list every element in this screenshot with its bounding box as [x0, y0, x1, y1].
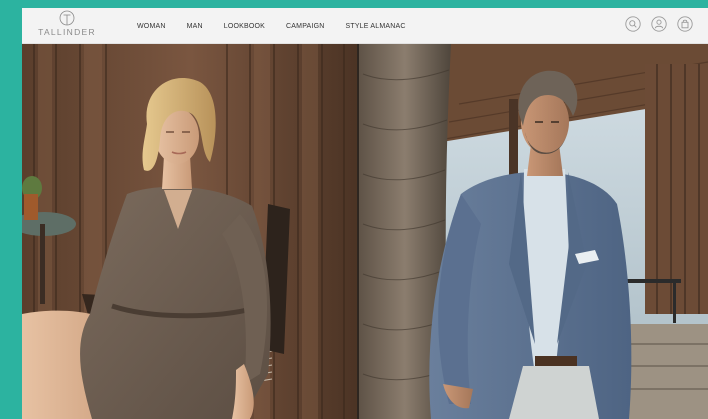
nav-item-woman[interactable]: WOMAN: [137, 23, 166, 30]
site-header: TALLINDER WOMAN MAN LOOKBOOK CAMPAIGN ST…: [22, 8, 708, 44]
brand-name: TALLINDER: [38, 27, 96, 37]
shopping-bag-icon[interactable]: [677, 16, 693, 32]
woman-campaign-photo[interactable]: [22, 44, 359, 419]
man-photo-illustration: [359, 44, 708, 419]
nav-item-style-almanac[interactable]: STYLE ALMANAC: [345, 23, 405, 30]
main-nav: WOMAN MAN LOOKBOOK CAMPAIGN STYLE ALMANA…: [137, 8, 427, 44]
man-campaign-photo[interactable]: [359, 44, 708, 419]
nav-item-lookbook[interactable]: LOOKBOOK: [224, 23, 265, 30]
hero-section: [22, 44, 708, 419]
search-icon[interactable]: [625, 16, 641, 32]
nav-item-man[interactable]: MAN: [187, 23, 203, 30]
browser-frame: TALLINDER WOMAN MAN LOOKBOOK CAMPAIGN ST…: [22, 8, 708, 419]
nav-item-campaign[interactable]: CAMPAIGN: [286, 23, 324, 30]
user-icon[interactable]: [651, 16, 667, 32]
logo-mark-icon: [59, 10, 75, 26]
woman-photo-illustration: [22, 44, 359, 419]
brand-logo[interactable]: TALLINDER: [36, 10, 98, 42]
header-icons: [615, 16, 693, 32]
